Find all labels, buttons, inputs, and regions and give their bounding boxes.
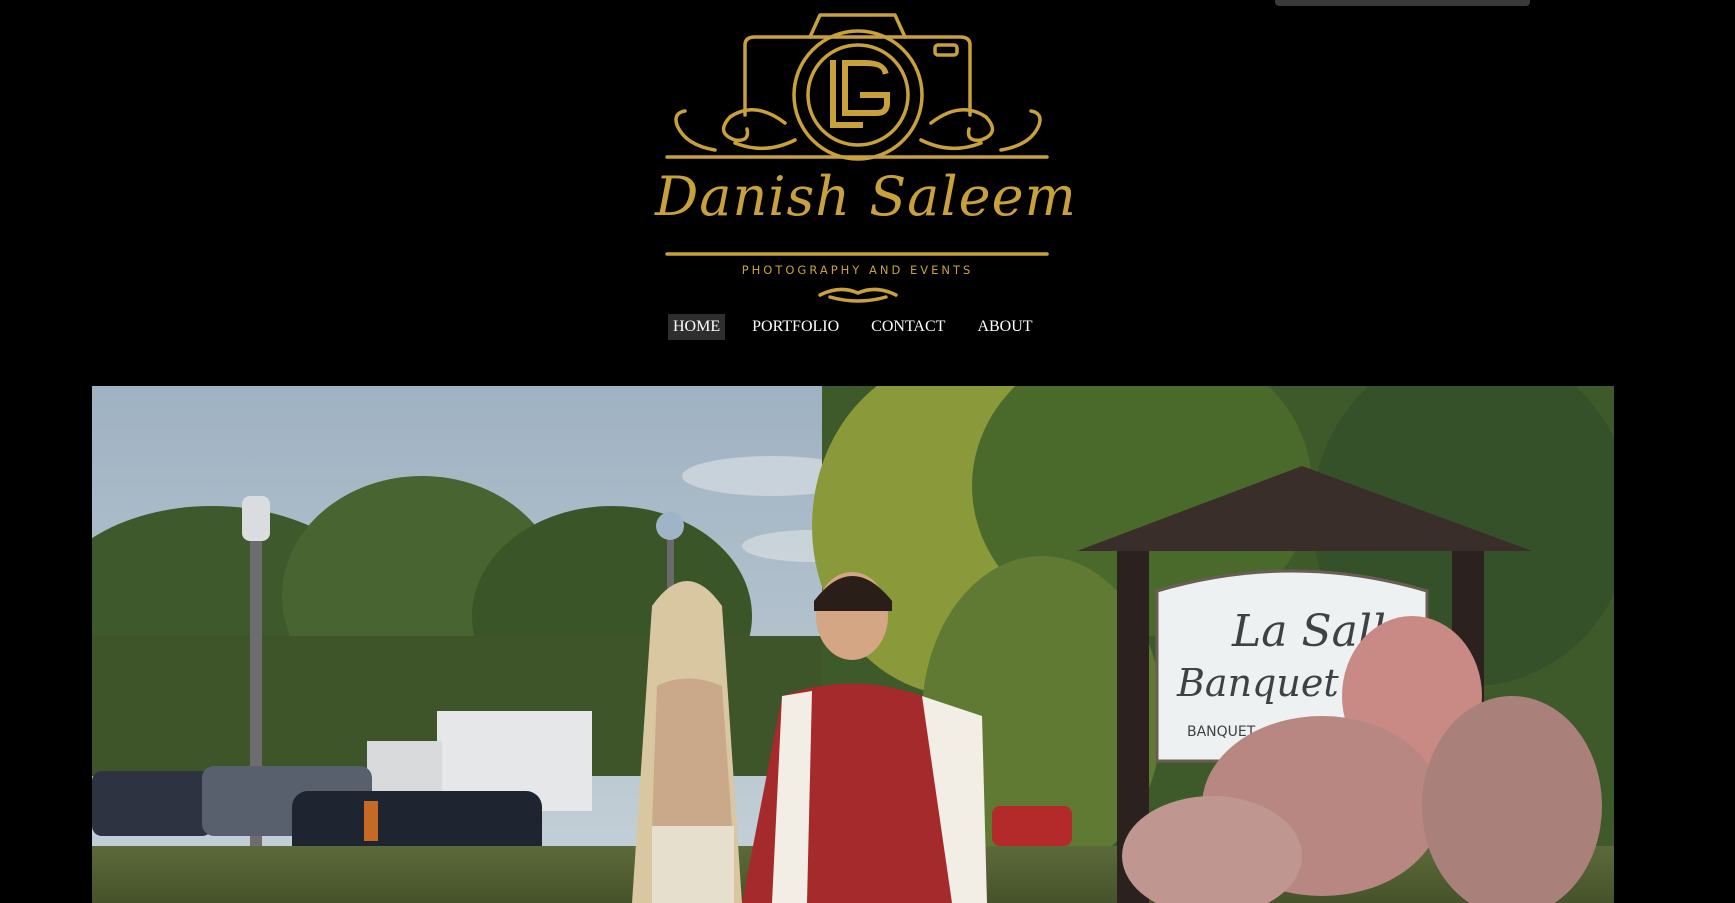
camera-monogram-icon [665,13,1049,303]
nav-home[interactable]: HOME [668,314,726,340]
hero-photo: La Salle Banquet C BANQUET [92,386,1614,903]
nav-contact[interactable]: CONTACT [866,314,950,340]
main-nav: HOME PORTFOLIO CONTACT ABOUT [668,314,1060,340]
nav-portfolio[interactable]: PORTFOLIO [747,314,844,340]
brand-tagline: PHOTOGRAPHY AND EVENTS [741,263,974,277]
brand-name: Danish Saleem [655,165,1077,228]
nav-about[interactable]: ABOUT [972,314,1037,340]
top-bar-tab [1275,0,1530,6]
site-logo[interactable]: Danish Saleem PHOTOGRAPHY AND EVENTS [655,5,1077,305]
